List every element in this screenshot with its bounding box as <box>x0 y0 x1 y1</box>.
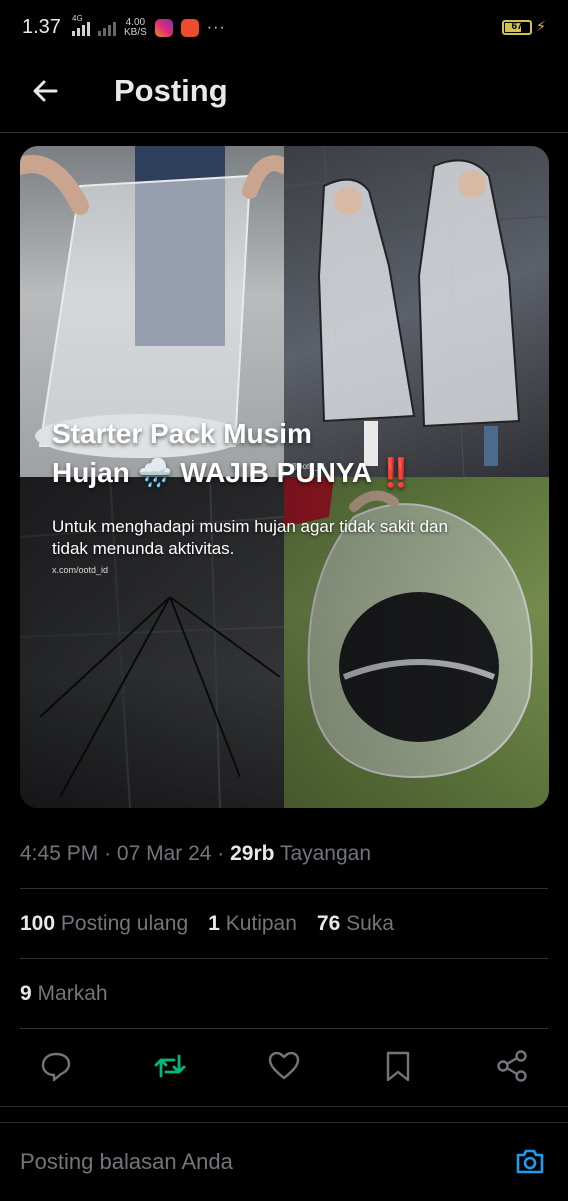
post-date: 07 Mar 24 <box>116 842 212 865</box>
quotes-stat[interactable]: 1 Kutipan <box>208 912 297 936</box>
reply-icon[interactable] <box>38 1048 74 1084</box>
image-headline-wajib: WAJIB PUNYA <box>180 457 372 488</box>
bookmarks-stat[interactable]: 9 Markah <box>20 982 108 1006</box>
charging-icon: ⚡ <box>536 18 546 34</box>
bookmarks-label: Markah <box>37 982 108 1005</box>
reposts-count: 100 <box>20 912 56 935</box>
net-speed: 4.00 KB/S <box>124 18 147 38</box>
battery-icon: 67 <box>502 20 532 35</box>
bookmark-icon[interactable] <box>380 1048 416 1084</box>
rain-cloud-icon: 🌧️ <box>137 457 173 488</box>
reply-input[interactable]: Posting balasan Anda <box>20 1149 233 1175</box>
instagram-icon <box>154 19 173 37</box>
divider <box>0 1106 568 1107</box>
image-headline-line2: Hujan 🌧️ WAJIB PUNYA ‼️ <box>52 453 512 492</box>
net-speed-unit: KB/S <box>124 27 147 38</box>
engagement-stats: 100 Posting ulang 1 Kutipan 76 Suka <box>20 912 394 936</box>
divider <box>20 1028 548 1029</box>
likes-stat[interactable]: 76 Suka <box>317 912 394 936</box>
bookmarks-count: 9 <box>20 982 32 1005</box>
more-notifications-icon: ··· <box>206 19 226 36</box>
arrow-left-icon[interactable] <box>28 74 62 108</box>
like-icon[interactable] <box>266 1048 302 1084</box>
divider <box>20 888 548 889</box>
likes-count: 76 <box>316 912 341 935</box>
page-title: Posting <box>114 73 228 108</box>
quotes-count: 1 <box>208 912 220 935</box>
action-bar <box>0 1048 568 1092</box>
likes-label: Suka <box>346 912 394 935</box>
top-app-bar: Posting <box>0 58 568 133</box>
reposts-stat[interactable]: 100 Posting ulang <box>20 912 188 936</box>
post-time: 4:45 PM <box>20 842 99 865</box>
views-count: 29rb <box>230 842 275 865</box>
battery-level: 67 <box>511 21 523 32</box>
signal-icon-4g: 4G <box>72 14 90 36</box>
divider <box>20 958 548 959</box>
network-badge: 4G <box>72 14 83 23</box>
image-subtitle: Untuk menghadapi musim hujan agar tidak … <box>52 517 448 558</box>
repost-icon[interactable] <box>152 1048 188 1084</box>
camera-icon[interactable] <box>514 1145 546 1177</box>
reply-composer[interactable]: Posting balasan Anda <box>0 1122 568 1201</box>
share-icon[interactable] <box>494 1048 530 1084</box>
double-exclamation-icon: ‼️ <box>378 457 414 488</box>
status-bar: 1.37 4G 4.00 KB/S ··· 67 ⚡ <box>0 0 568 58</box>
post-meta: 4:45 PM · 07 Mar 24 · 29rb Tayangan <box>20 842 372 865</box>
image-headline: Starter Pack Musim Hujan 🌧️ WAJIB PUNYA … <box>52 414 512 492</box>
status-time: 1.37 <box>22 16 61 38</box>
shopee-icon <box>180 19 199 37</box>
quotes-label: Kutipan <box>225 912 297 935</box>
reposts-label: Posting ulang <box>60 912 189 935</box>
status-icons: 4G 4.00 KB/S ··· <box>72 14 226 38</box>
image-source: x.com/ootd_id <box>52 565 109 575</box>
image-headline-hujan: Hujan <box>52 457 130 488</box>
views-label[interactable]: Tayangan <box>280 842 371 865</box>
signal-icon-sim2 <box>98 20 116 36</box>
image-headline-line1: Starter Pack Musim <box>52 418 312 449</box>
